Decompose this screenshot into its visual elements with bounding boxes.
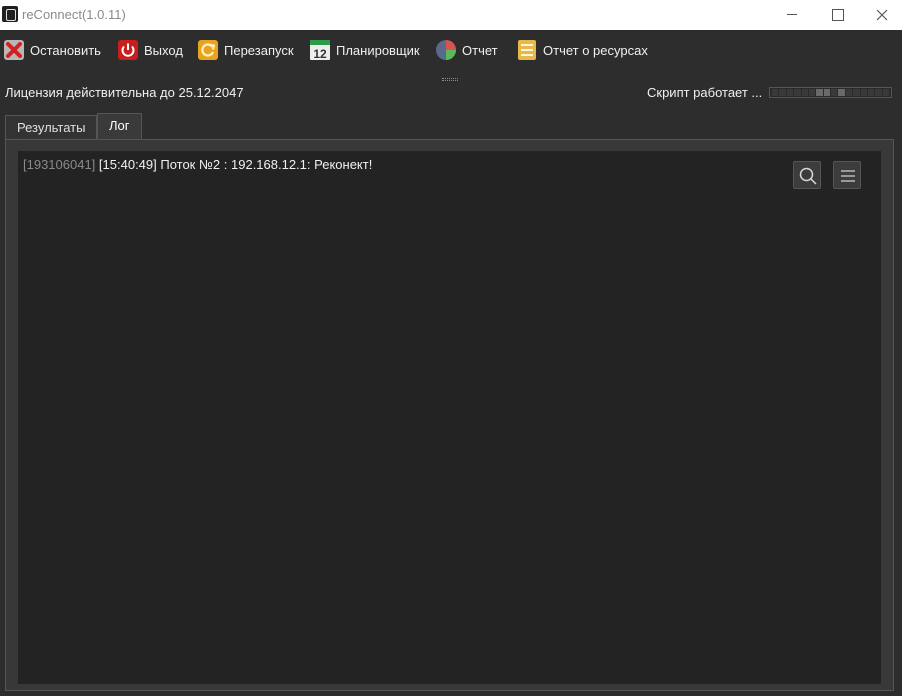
resource-report-label: Отчет о ресурсах	[543, 42, 648, 58]
close-window-button[interactable]	[860, 0, 902, 30]
tab-log[interactable]: Лог	[97, 113, 142, 140]
activity-progress-bar	[769, 87, 892, 98]
splitter-grip[interactable]	[442, 78, 458, 81]
scheduler-label: Планировщик	[336, 42, 420, 58]
toolbar: Остановить Выход Перезапуск 12 Планировщ…	[0, 30, 902, 70]
log-panel: [193106041] [15:40:49] Поток №2 : 192.16…	[5, 139, 894, 691]
minimize-button[interactable]	[770, 0, 815, 30]
resource-report-button[interactable]: Отчет о ресурсах	[516, 37, 648, 63]
title-bar: reConnect(1.0.11)	[0, 0, 902, 30]
search-icon	[799, 167, 817, 185]
pie-chart-icon	[435, 39, 457, 61]
red-x-icon	[3, 39, 25, 61]
stop-label: Остановить	[30, 42, 101, 58]
refresh-icon	[197, 39, 219, 61]
menu-button[interactable]	[833, 161, 861, 189]
close-icon	[876, 9, 888, 21]
stop-button[interactable]: Остановить	[3, 37, 101, 63]
log-line: [193106041] [15:40:49] Поток №2 : 192.16…	[23, 157, 372, 172]
license-status: Лицензия действительна до 25.12.2047	[5, 85, 244, 100]
app-icon	[2, 6, 18, 22]
log-line-id: [193106041]	[23, 157, 96, 172]
hamburger-menu-icon	[841, 170, 855, 182]
report-label: Отчет	[462, 42, 498, 58]
maximize-button[interactable]	[815, 0, 860, 30]
calendar-icon: 12	[309, 39, 331, 61]
exit-button[interactable]: Выход	[117, 37, 183, 63]
report-button[interactable]: Отчет	[435, 37, 498, 63]
document-list-icon	[516, 39, 538, 61]
restart-button[interactable]: Перезапуск	[197, 37, 294, 63]
scheduler-icon-number: 12	[313, 47, 327, 61]
log-line-message: [15:40:49] Поток №2 : 192.168.12.1: Реко…	[98, 157, 373, 172]
search-button[interactable]	[793, 161, 821, 189]
script-status: Скрипт работает ...	[647, 85, 763, 100]
exit-label: Выход	[144, 42, 183, 58]
log-output[interactable]: [193106041] [15:40:49] Поток №2 : 192.16…	[18, 151, 881, 684]
scheduler-button[interactable]: 12 Планировщик	[309, 37, 420, 63]
restart-label: Перезапуск	[224, 42, 294, 58]
tab-results[interactable]: Результаты	[5, 115, 98, 139]
window-title: reConnect(1.0.11)	[22, 7, 126, 22]
power-icon	[117, 39, 139, 61]
